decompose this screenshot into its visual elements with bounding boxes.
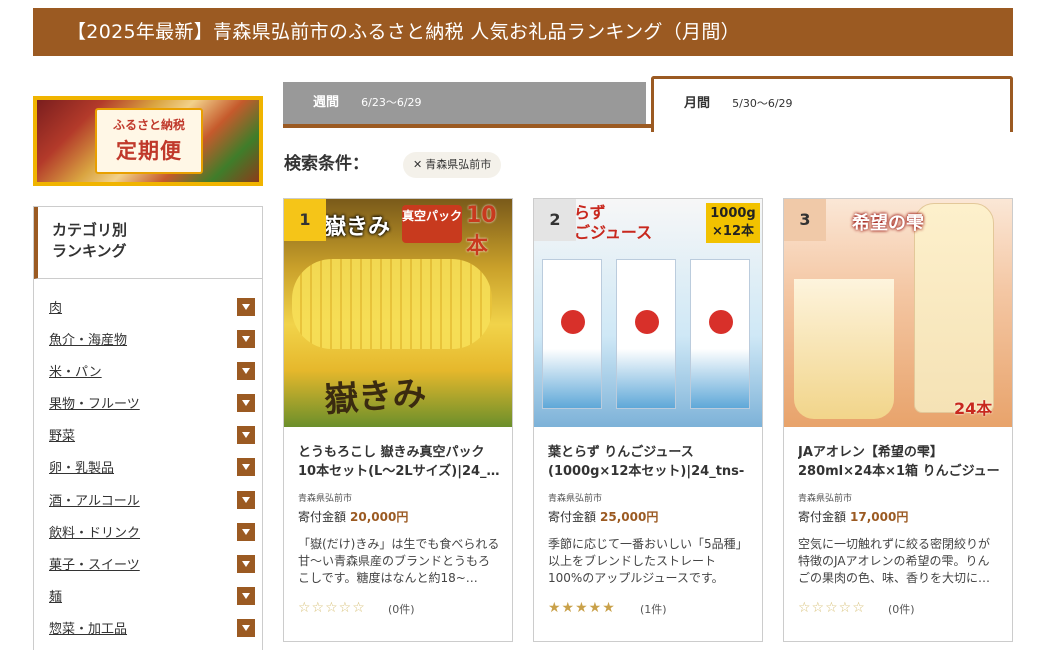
sidebar-item-seafood[interactable]: 魚介・海産物 xyxy=(49,329,255,349)
chevron-down-icon[interactable] xyxy=(237,491,255,509)
image-title-text: 希望の雫 xyxy=(852,213,924,234)
tab-weekly-label: 週間 xyxy=(313,95,340,110)
banner-big-text: 定期便 xyxy=(116,139,182,163)
chevron-down-icon[interactable] xyxy=(237,330,255,348)
product-card-2[interactable]: 葉とらず りんごジュース 1000g ×12本 2 葉とらず りんごジュース(1… xyxy=(533,198,763,642)
sidebar-item-label[interactable]: 魚介・海産物 xyxy=(49,333,127,348)
page-title: 【2025年最新】青森県弘前市のふるさと納税 人気お礼品ランキング（月間） xyxy=(33,8,1013,56)
product-price: 寄付金額 20,000円 xyxy=(298,508,408,525)
teiki-bin-banner[interactable]: ふるさと納税 定期便 xyxy=(33,96,263,186)
product-card-3[interactable]: 希望の雫 24本 3 JAアオレン【希望の雫】280ml×24本×1箱 りんごジ… xyxy=(783,198,1013,642)
product-price: 寄付金額 17,000円 xyxy=(798,508,908,525)
tab-monthly[interactable]: 月間 5/30〜6/29 xyxy=(651,76,1013,132)
rank-badge: 2 xyxy=(534,199,576,241)
juice-pack-graphic xyxy=(542,259,602,409)
sidebar-item-fruits[interactable]: 果物・フルーツ xyxy=(49,393,255,413)
close-icon[interactable]: ✕ xyxy=(413,158,422,171)
price-label: 寄付金額 xyxy=(548,510,597,524)
review-count: (0件) xyxy=(888,603,915,616)
product-prefecture: 青森県弘前市 xyxy=(298,494,353,504)
banner-text-box: ふるさと納税 定期便 xyxy=(95,108,203,174)
chevron-down-icon[interactable] xyxy=(237,619,255,637)
image-tag-text: 真空パック xyxy=(402,205,462,243)
sidebar-heading-line1: カテゴリ別 xyxy=(52,221,128,239)
sidebar-item-drinks[interactable]: 飲料・ドリンク xyxy=(49,522,255,542)
sidebar-item-rice-bread[interactable]: 米・パン xyxy=(49,361,255,381)
product-card-1[interactable]: 嶽きみ 真空パック 10本 嶽きみ 1 とうもろこし 嶽きみ真空パック10本セッ… xyxy=(283,198,513,642)
chevron-down-icon[interactable] xyxy=(237,587,255,605)
image-qty-text: 1000g ×12本 xyxy=(706,203,760,243)
product-description: 「嶽(だけ)きみ」は生でも食べられる甘〜い青森県産のブランドとうもろこしです。糖… xyxy=(298,537,500,585)
rating-stars: ☆☆☆☆☆ xyxy=(798,600,866,616)
product-description: 空気に一切触れずに絞る密閉絞りが特徴のJAアオレンの希望の雫。りんごの果肉の色、… xyxy=(798,537,991,585)
sidebar-item-meat[interactable]: 肉 xyxy=(49,297,255,317)
category-ranking-sidebar: カテゴリ別 ランキング 肉 魚介・海産物 米・パン 果物・フルーツ 野菜 卵・乳… xyxy=(33,206,263,650)
juice-bottle-graphic xyxy=(914,203,994,413)
rank-badge: 3 xyxy=(784,199,826,241)
tab-monthly-dates: 5/30〜6/29 xyxy=(732,97,793,110)
sidebar-item-prepared-food[interactable]: 惣菜・加工品 xyxy=(49,618,255,638)
sidebar-item-label[interactable]: 野菜 xyxy=(49,429,75,444)
product-prefecture: 青森県弘前市 xyxy=(548,494,603,504)
filter-chip-label: 青森県弘前市 xyxy=(425,158,492,171)
chevron-down-icon[interactable] xyxy=(237,523,255,541)
rating-stars: ★★★★★ xyxy=(548,600,616,616)
chevron-down-icon[interactable] xyxy=(237,426,255,444)
image-qty-text: 24本 xyxy=(954,399,993,418)
juice-glass-graphic xyxy=(794,279,894,419)
image-logo-text: 嶽きみ xyxy=(322,373,428,421)
sidebar-item-alcohol[interactable]: 酒・アルコール xyxy=(49,490,255,510)
price-label: 寄付金額 xyxy=(298,510,347,524)
sidebar-item-label[interactable]: 米・パン xyxy=(49,365,102,380)
sidebar-item-label[interactable]: 果物・フルーツ xyxy=(49,397,140,412)
chevron-down-icon[interactable] xyxy=(237,362,255,380)
product-name[interactable]: 葉とらず りんごジュース(1000g×12本セット)|24_tns-1712… xyxy=(548,443,750,481)
sidebar-item-noodles[interactable]: 麺 xyxy=(49,586,255,606)
sidebar-item-vegetables[interactable]: 野菜 xyxy=(49,425,255,445)
sidebar-item-label[interactable]: 麺 xyxy=(49,590,62,605)
juice-pack-graphic xyxy=(616,259,676,409)
chevron-down-icon[interactable] xyxy=(237,298,255,316)
sidebar-item-label[interactable]: 卵・乳製品 xyxy=(49,461,114,476)
product-prefecture: 青森県弘前市 xyxy=(798,494,853,504)
sidebar-item-label[interactable]: 肉 xyxy=(49,301,62,316)
juice-pack-graphic xyxy=(690,259,750,409)
review-count: (0件) xyxy=(388,603,415,616)
chevron-down-icon[interactable] xyxy=(237,394,255,412)
chevron-down-icon[interactable] xyxy=(237,555,255,573)
product-name[interactable]: JAアオレン【希望の雫】280ml×24本×1箱 りんごジュース|2… xyxy=(798,443,1000,481)
sidebar-item-label[interactable]: 酒・アルコール xyxy=(49,494,140,509)
price-amount: 20,000円 xyxy=(350,510,409,524)
sidebar-item-label[interactable]: 惣菜・加工品 xyxy=(49,622,127,637)
sidebar-item-label[interactable]: 菓子・スイーツ xyxy=(49,558,140,573)
review-count: (1件) xyxy=(640,603,667,616)
sidebar-item-label[interactable]: 飲料・ドリンク xyxy=(49,526,140,541)
chevron-down-icon[interactable] xyxy=(237,458,255,476)
price-amount: 25,000円 xyxy=(600,510,659,524)
price-amount: 17,000円 xyxy=(850,510,909,524)
corn-graphic xyxy=(292,259,492,349)
tab-weekly[interactable]: 週間 6/23〜6/29 xyxy=(283,82,646,124)
rating-stars: ☆☆☆☆☆ xyxy=(298,600,366,616)
sidebar-heading-line2: ランキング xyxy=(52,242,127,260)
tab-monthly-label: 月間 xyxy=(684,96,711,111)
image-qty-text: 10本 xyxy=(466,203,497,259)
sidebar-item-sweets[interactable]: 菓子・スイーツ xyxy=(49,554,255,574)
sidebar-item-eggs-dairy[interactable]: 卵・乳製品 xyxy=(49,457,255,477)
rank-badge: 1 xyxy=(284,199,326,241)
sidebar-heading: カテゴリ別 ランキング xyxy=(34,207,262,279)
image-title-text: 嶽きみ xyxy=(324,215,391,240)
price-label: 寄付金額 xyxy=(798,510,847,524)
banner-small-text: ふるさと納税 xyxy=(112,118,185,132)
product-description: 季節に応じて一番おいしい「5品種」以上をブレンドしたストレート100%のアップル… xyxy=(548,537,748,585)
tab-weekly-dates: 6/23〜6/29 xyxy=(361,96,422,109)
product-name[interactable]: とうもろこし 嶽きみ真空パック10本セット(L〜2Lサイズ)|24_… xyxy=(298,443,500,481)
filter-chip-hirosaki[interactable]: ✕ 青森県弘前市 xyxy=(403,152,502,178)
search-conditions-label: 検索条件： xyxy=(284,154,369,174)
product-price: 寄付金額 25,000円 xyxy=(548,508,658,525)
